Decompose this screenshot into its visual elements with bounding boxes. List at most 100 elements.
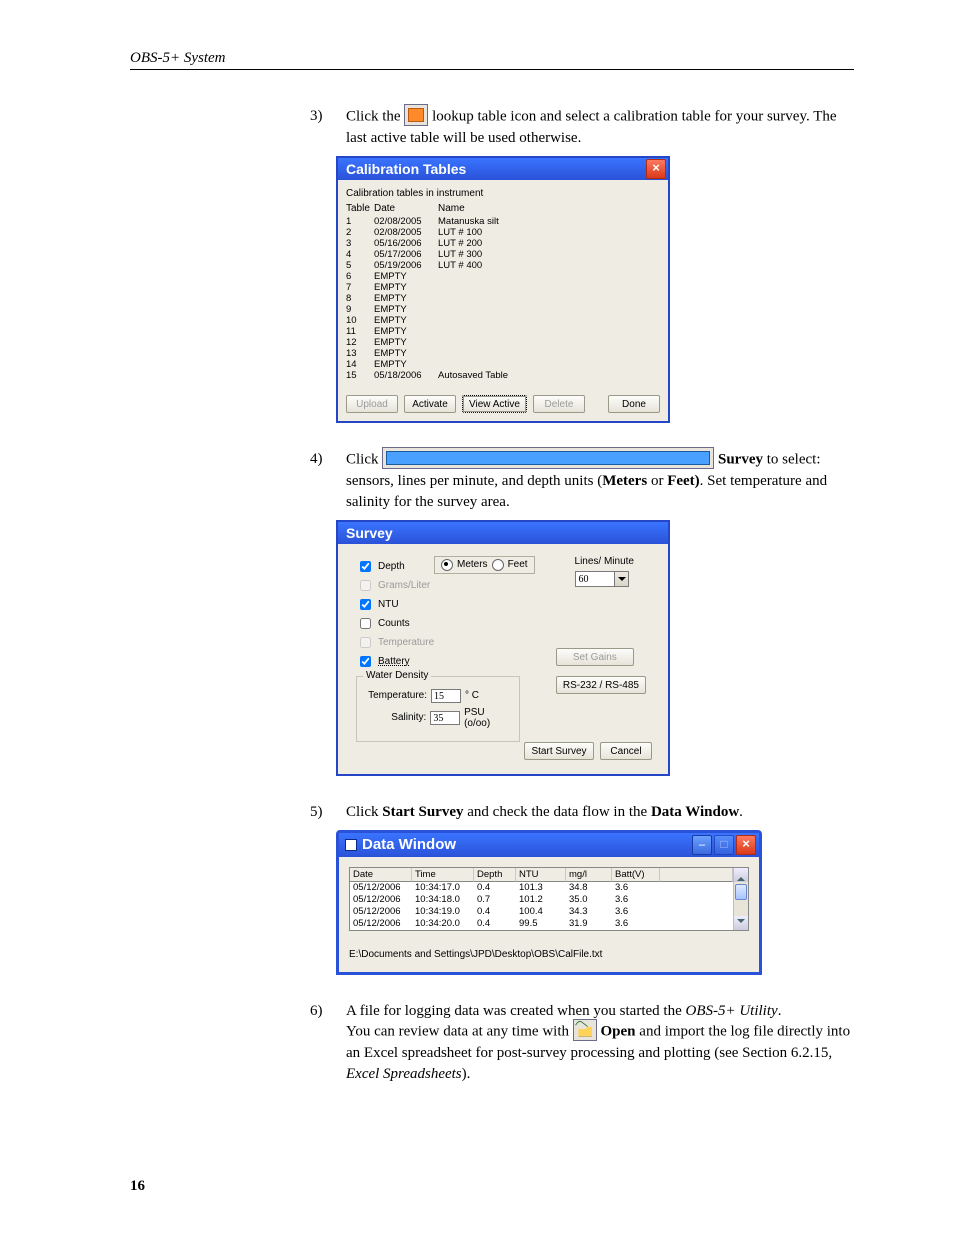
cal-table-row[interactable]: 6EMPTY: [346, 271, 660, 282]
cal-header-date: Date: [374, 203, 438, 214]
feet-word: Feet): [667, 473, 699, 489]
set-gains-button[interactable]: Set Gains: [556, 648, 634, 666]
cal-table-row[interactable]: 1505/18/2006Autosaved Table: [346, 370, 660, 381]
cal-table-row[interactable]: 202/08/2005LUT # 100: [346, 227, 660, 238]
meters-radio[interactable]: [441, 559, 453, 571]
start-survey-word: Start Survey: [382, 804, 463, 820]
lines-per-minute-value[interactable]: 60: [575, 571, 615, 587]
dw-h-time: Time: [412, 868, 474, 882]
survey-icon: [382, 447, 714, 469]
lines-per-minute-dropdown-icon[interactable]: [615, 571, 629, 587]
excel-spreadsheets-word: Excel Spreadsheets: [346, 1066, 462, 1082]
close-icon[interactable]: ×: [646, 159, 666, 179]
dw-h-ntu: NTU: [516, 868, 566, 882]
step-3-text-pre: Click the: [346, 108, 404, 124]
step-5: 5) Click Start Survey and check the data…: [310, 802, 854, 822]
cal-table-row[interactable]: 7EMPTY: [346, 282, 660, 293]
step-3: 3) Click the lookup table icon and selec…: [310, 106, 854, 148]
open-word: Open: [601, 1024, 636, 1040]
cal-table-row[interactable]: 11EMPTY: [346, 326, 660, 337]
data-window-word: Data Window: [651, 804, 739, 820]
counts-checkbox[interactable]: [360, 618, 371, 629]
step-6-line1-pre: A file for logging data was created when…: [346, 1003, 685, 1019]
counts-label: Counts: [378, 618, 410, 629]
ntu-label: NTU: [378, 599, 399, 610]
cancel-button[interactable]: Cancel: [600, 742, 652, 760]
cal-table-row[interactable]: 305/16/2006LUT # 200: [346, 238, 660, 249]
data-window-titlebar[interactable]: Data Window – □ ×: [339, 833, 759, 857]
scrollbar[interactable]: [733, 868, 748, 930]
cal-table-body[interactable]: 102/08/2005Matanuska silt202/08/2005LUT …: [346, 216, 660, 381]
cal-table-row[interactable]: 10EMPTY: [346, 315, 660, 326]
data-window-body: 05/12/200610:34:17.00.4101.334.83.605/12…: [350, 882, 733, 930]
salinity-input[interactable]: 35: [430, 711, 460, 725]
step-6-line2-pre: You can review data at any time with: [346, 1024, 573, 1040]
data-window-title: Data Window: [362, 833, 456, 857]
activate-button[interactable]: Activate: [404, 395, 456, 413]
salinity-unit: PSU (o/oo): [464, 707, 513, 729]
survey-word: Survey: [718, 452, 763, 468]
dw-h-mgl: mg/l: [566, 868, 612, 882]
maximize-icon[interactable]: □: [714, 835, 734, 855]
cal-table-row[interactable]: 8EMPTY: [346, 293, 660, 304]
meters-word: Meters: [602, 473, 647, 489]
calibration-titlebar[interactable]: Calibration Tables ×: [338, 158, 668, 180]
scroll-up-icon[interactable]: [734, 868, 748, 882]
depth-checkbox[interactable]: [360, 561, 371, 572]
upload-button[interactable]: Upload: [346, 395, 398, 413]
survey-dialog: Survey Depth Grams/Liter NTU Counts Temp…: [336, 520, 670, 776]
data-window-row: 05/12/200610:34:18.00.7101.235.03.6: [350, 894, 733, 906]
battery-checkbox[interactable]: [360, 656, 371, 667]
cal-table-row[interactable]: 14EMPTY: [346, 359, 660, 370]
data-window-app-icon: [345, 839, 357, 851]
cal-table-row[interactable]: 405/17/2006LUT # 300: [346, 249, 660, 260]
step-5-post: .: [739, 804, 743, 820]
temperature-input[interactable]: 15: [431, 689, 461, 703]
lines-per-minute-label: Lines/ Minute: [575, 556, 634, 567]
rs232-rs485-button[interactable]: RS-232 / RS-485: [556, 676, 646, 694]
water-density-legend: Water Density: [363, 670, 431, 681]
step-4-pre: Click: [346, 452, 382, 468]
survey-title: Survey: [346, 522, 393, 544]
open-icon: [573, 1019, 597, 1041]
close-icon[interactable]: ×: [736, 835, 756, 855]
data-window-row: 05/12/200610:34:19.00.4100.434.33.6: [350, 906, 733, 918]
cal-table-row[interactable]: 102/08/2005Matanuska silt: [346, 216, 660, 227]
running-head: OBS-5+ System: [130, 50, 854, 70]
or-word: or: [647, 473, 667, 489]
battery-label: Battery: [378, 656, 410, 667]
step-5-number: 5): [310, 802, 332, 822]
meters-option: Meters: [457, 559, 488, 570]
cal-table-header: Table Date Name: [346, 203, 660, 214]
cal-table-row[interactable]: 9EMPTY: [346, 304, 660, 315]
minimize-icon[interactable]: –: [692, 835, 712, 855]
scroll-down-icon[interactable]: [734, 916, 748, 930]
data-window: Data Window – □ × Date Time Depth: [336, 830, 762, 975]
step-6-line2-post: ).: [462, 1066, 471, 1082]
obs-utility-word: OBS-5+ Utility: [685, 1003, 777, 1019]
calibration-tables-dialog: Calibration Tables × Calibration tables …: [336, 156, 670, 423]
page-number: 16: [130, 1178, 145, 1195]
cal-table-row[interactable]: 13EMPTY: [346, 348, 660, 359]
grams-checkbox: [360, 580, 371, 591]
survey-titlebar[interactable]: Survey: [338, 522, 668, 544]
cal-header-name: Name: [438, 203, 660, 214]
ntu-checkbox[interactable]: [360, 599, 371, 610]
delete-button[interactable]: Delete: [533, 395, 585, 413]
done-button[interactable]: Done: [608, 395, 660, 413]
cal-table-row[interactable]: 12EMPTY: [346, 337, 660, 348]
calibration-subtitle: Calibration tables in instrument: [346, 188, 660, 199]
dw-h-date: Date: [350, 868, 412, 882]
scroll-thumb[interactable]: [735, 884, 747, 900]
cal-table-row[interactable]: 505/19/2006LUT # 400: [346, 260, 660, 271]
step-5-pre: Click: [346, 804, 382, 820]
salinity-field-label: Salinity:: [363, 712, 426, 723]
start-survey-button[interactable]: Start Survey: [524, 742, 594, 760]
step-6-number: 6): [310, 1001, 332, 1084]
dw-h-batt: Batt(V): [612, 868, 660, 882]
feet-radio[interactable]: [492, 559, 504, 571]
view-active-button[interactable]: View Active: [462, 395, 527, 413]
temperature-unit: ° C: [465, 690, 479, 701]
temperature-label: Temperature: [378, 637, 434, 648]
step-6-line1-post: .: [778, 1003, 782, 1019]
